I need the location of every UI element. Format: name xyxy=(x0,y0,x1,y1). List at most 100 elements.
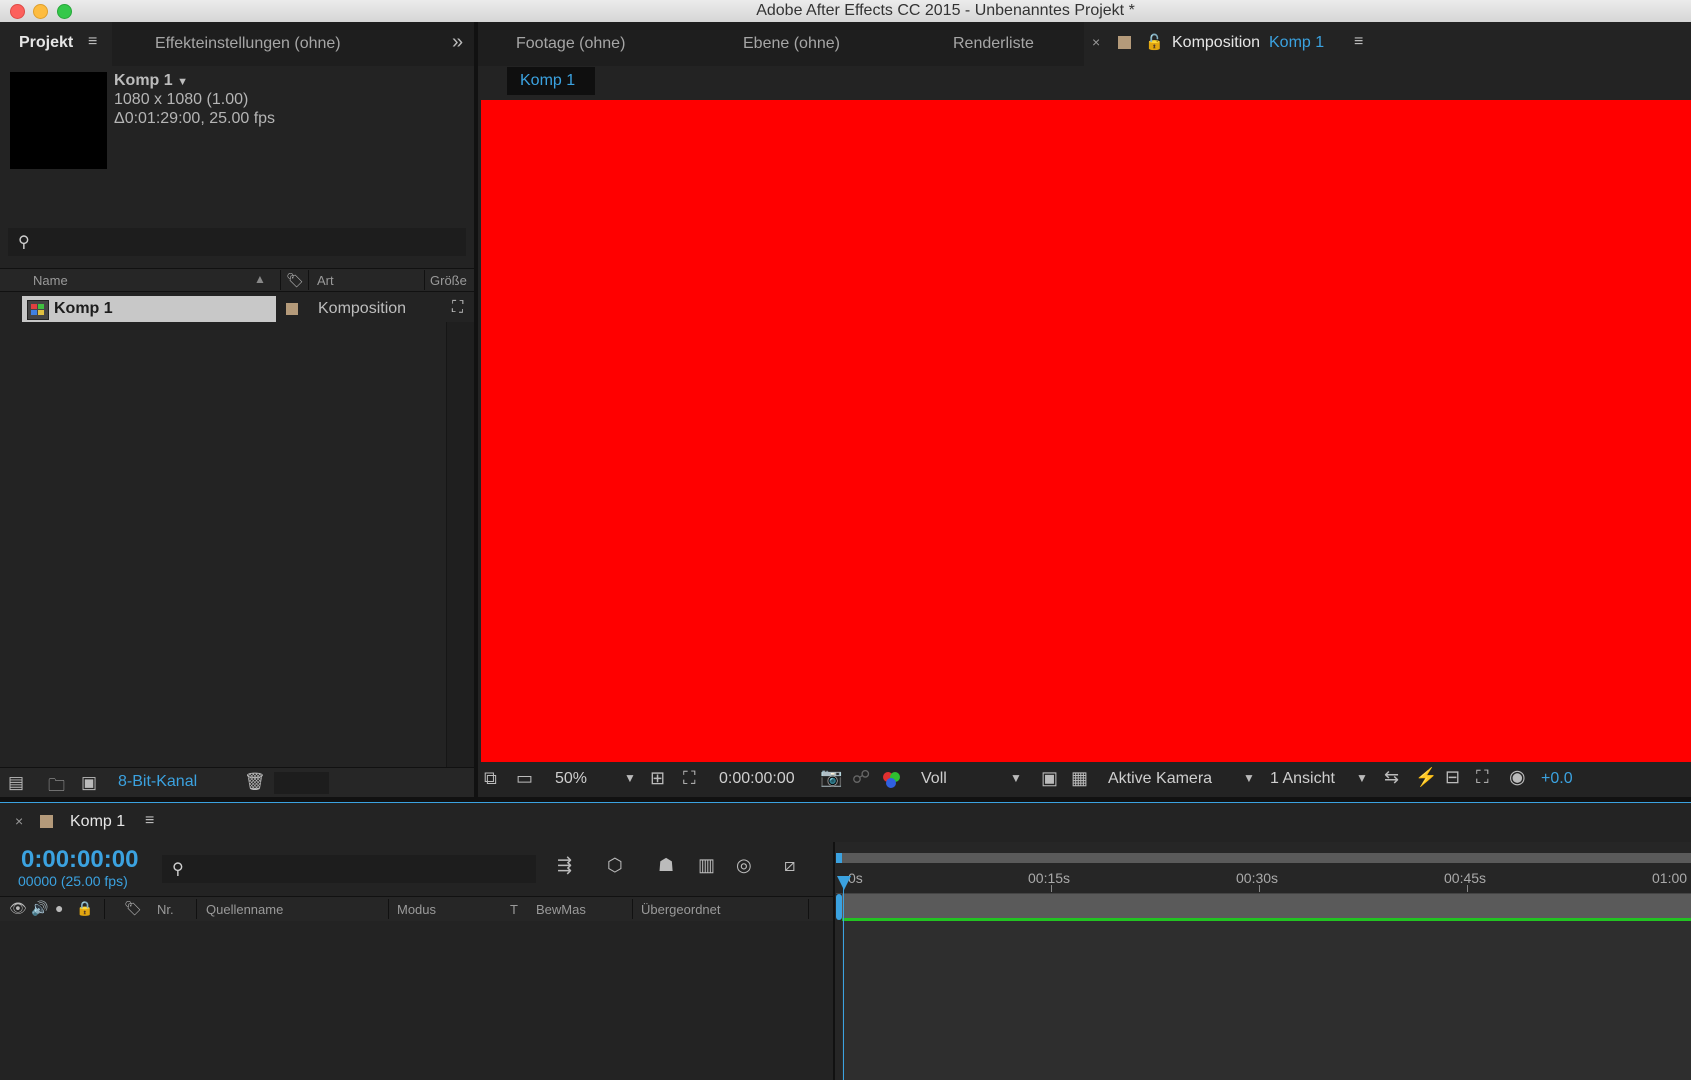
work-area-bar[interactable] xyxy=(842,894,1691,921)
monitor-icon[interactable]: ▭ xyxy=(516,768,533,789)
comp-mini-flowchart-icon[interactable]: ⇶ xyxy=(557,855,572,876)
zoom-dropdown-icon[interactable]: ▼ xyxy=(624,771,636,785)
interpret-footage-icon[interactable]: ▤ xyxy=(8,773,24,793)
comp-dropdown-icon[interactable]: ▼ xyxy=(177,76,188,88)
rgb-channels-icon[interactable] xyxy=(883,772,901,788)
bit-depth-toggle[interactable]: 8-Bit-Kanal xyxy=(118,773,197,791)
column-name[interactable]: Name xyxy=(33,273,68,288)
overflow-tabs-icon[interactable]: » xyxy=(452,31,463,54)
item-type: Komposition xyxy=(318,300,407,317)
transparency-grid-icon[interactable]: ▦ xyxy=(1071,768,1088,789)
tab-timeline-comp[interactable]: Komp 1 xyxy=(70,813,125,831)
timeline-icon[interactable]: ⊟ xyxy=(1445,767,1460,788)
fast-previews-icon[interactable]: ⚡ xyxy=(1415,767,1437,788)
resolution-dropdown-icon[interactable]: ▼ xyxy=(1010,771,1022,785)
panel-menu-icon[interactable]: ≡ xyxy=(88,33,97,51)
draft-3d-icon[interactable]: ⬡ xyxy=(607,855,623,876)
tab-effects[interactable]: Effekteinstellungen (ohne) xyxy=(155,22,341,66)
label-color-swatch[interactable] xyxy=(286,303,298,315)
panel-menu-icon[interactable]: ≡ xyxy=(1354,33,1363,51)
table-row[interactable]: Komp 1 Komposition ⛶ xyxy=(0,296,474,322)
comp-label-swatch xyxy=(1118,36,1131,49)
playhead-line[interactable] xyxy=(843,880,844,1080)
column-t[interactable]: T xyxy=(510,902,518,917)
timeline-panel: × Komp 1 ≡ 0:00:00:00 00000 (25.00 fps) … xyxy=(0,802,1691,1080)
project-bottom-bar: ▤ 🗀 ▣ 8-Bit-Kanal 🗑 xyxy=(0,767,474,798)
column-parent[interactable]: Übergeordnet xyxy=(641,902,721,917)
column-source-name[interactable]: Quellenname xyxy=(206,902,283,917)
show-snapshot-icon[interactable]: ☍ xyxy=(852,767,870,788)
resolution-select[interactable]: Voll xyxy=(921,770,947,788)
thumbnail-slider[interactable] xyxy=(274,772,329,794)
flowchart-icon[interactable]: ⛶ xyxy=(452,299,463,317)
track-area[interactable] xyxy=(842,921,1691,1080)
solo-icon[interactable]: ● xyxy=(55,900,63,916)
views-dropdown-icon[interactable]: ▼ xyxy=(1356,771,1368,785)
project-scrollbar[interactable] xyxy=(446,322,475,767)
toggle-pixel-aspect-icon[interactable]: ⇆ xyxy=(1384,767,1399,788)
time-ruler[interactable]: 0s 00:15s 00:30s 00:45s 01:00 xyxy=(836,865,1691,894)
viewer-timecode[interactable]: 0:00:00:00 xyxy=(719,770,795,788)
sort-ascending-icon[interactable]: ▲ xyxy=(254,272,266,286)
window-title: Adobe After Effects CC 2015 - Unbenannte… xyxy=(756,2,1135,19)
project-search-field[interactable]: ⚲ xyxy=(8,228,466,256)
layer-list[interactable] xyxy=(0,921,833,1080)
column-trkmat[interactable]: BewMas xyxy=(536,902,586,917)
close-icon[interactable]: × xyxy=(1092,34,1100,50)
column-number[interactable]: Nr. xyxy=(157,902,174,917)
work-area-start-handle[interactable] xyxy=(836,894,842,920)
comp-thumbnail xyxy=(10,72,107,169)
breadcrumb[interactable]: Komp 1 xyxy=(507,67,595,95)
panel-menu-icon[interactable]: ≡ xyxy=(145,812,154,830)
ruler-label: 00:30s xyxy=(1236,870,1279,886)
motion-blur-icon[interactable]: ◎ xyxy=(736,855,752,876)
timeline-search-field[interactable]: ⚲ xyxy=(162,855,536,883)
column-size[interactable]: Größe xyxy=(430,273,467,288)
fit-icon[interactable]: ⊞ xyxy=(650,768,665,789)
region-of-interest-icon[interactable]: ▣ xyxy=(1041,768,1058,789)
search-icon: ⚲ xyxy=(172,861,184,878)
comp-info-duration: Δ0:01:29:00, 25.00 fps xyxy=(114,110,276,127)
trash-icon[interactable]: 🗑 xyxy=(244,772,266,792)
column-type[interactable]: Art xyxy=(317,273,334,288)
project-panel: Projekt ≡ Effekteinstellungen (ohne) » K… xyxy=(0,22,475,798)
camera-dropdown-icon[interactable]: ▼ xyxy=(1243,771,1255,785)
eye-icon[interactable]: 👁 xyxy=(9,900,27,917)
new-composition-icon[interactable]: ▣ xyxy=(81,773,97,793)
label-tag-icon[interactable]: 🏷 xyxy=(124,900,142,917)
navigator-start-handle[interactable] xyxy=(836,853,842,863)
tab-project[interactable]: Projekt ≡ xyxy=(0,22,112,66)
lock-icon[interactable]: 🔓 xyxy=(1145,33,1164,51)
frame-display: 00000 (25.00 fps) xyxy=(18,873,128,889)
graph-editor-icon[interactable]: ⧄ xyxy=(784,855,795,876)
close-icon[interactable]: × xyxy=(15,813,23,829)
audio-icon[interactable]: 🔊 xyxy=(31,900,48,917)
exposure-reset-icon[interactable]: ◉ xyxy=(1509,766,1526,789)
zoom-select[interactable]: 50% xyxy=(555,770,587,788)
safe-zones-icon[interactable]: ⛶ xyxy=(683,768,696,789)
tab-render-queue[interactable]: Renderliste xyxy=(953,22,1034,66)
project-column-header: Name ▲ 🏷 Art Größe xyxy=(0,268,474,292)
snapshot-camera-icon[interactable]: 📷 xyxy=(820,767,842,788)
composition-canvas[interactable] xyxy=(481,100,1691,762)
comp-info-title: Komp 1 xyxy=(114,72,173,89)
frame-blending-icon[interactable]: ▥ xyxy=(698,855,715,876)
comp-label-swatch xyxy=(40,815,53,828)
timeline-tab-bar: × Komp 1 ≡ xyxy=(0,802,1691,843)
breadcrumb-comp[interactable]: Komp 1 xyxy=(520,72,575,90)
views-select[interactable]: 1 Ansicht xyxy=(1270,770,1335,788)
playhead-handle[interactable] xyxy=(837,876,851,890)
always-preview-icon[interactable]: ⧉ xyxy=(484,768,497,789)
exposure-value[interactable]: +0.0 xyxy=(1541,770,1573,788)
column-mode[interactable]: Modus xyxy=(397,902,436,917)
tab-layer[interactable]: Ebene (ohne) xyxy=(743,22,840,66)
time-navigator[interactable] xyxy=(836,853,1691,863)
camera-select[interactable]: Aktive Kamera xyxy=(1108,770,1212,788)
current-time-display[interactable]: 0:00:00:00 xyxy=(21,846,138,874)
tab-composition[interactable]: × 🔓 Komposition Komp 1 ≡ xyxy=(1084,22,1691,66)
label-tag-icon[interactable]: 🏷 xyxy=(286,272,304,289)
shy-layers-icon[interactable]: ☗ xyxy=(658,855,674,876)
flowchart-icon[interactable]: ⛶ xyxy=(1476,767,1489,788)
lock-icon[interactable]: 🔒 xyxy=(76,900,93,917)
tab-footage[interactable]: Footage (ohne) xyxy=(516,22,625,66)
